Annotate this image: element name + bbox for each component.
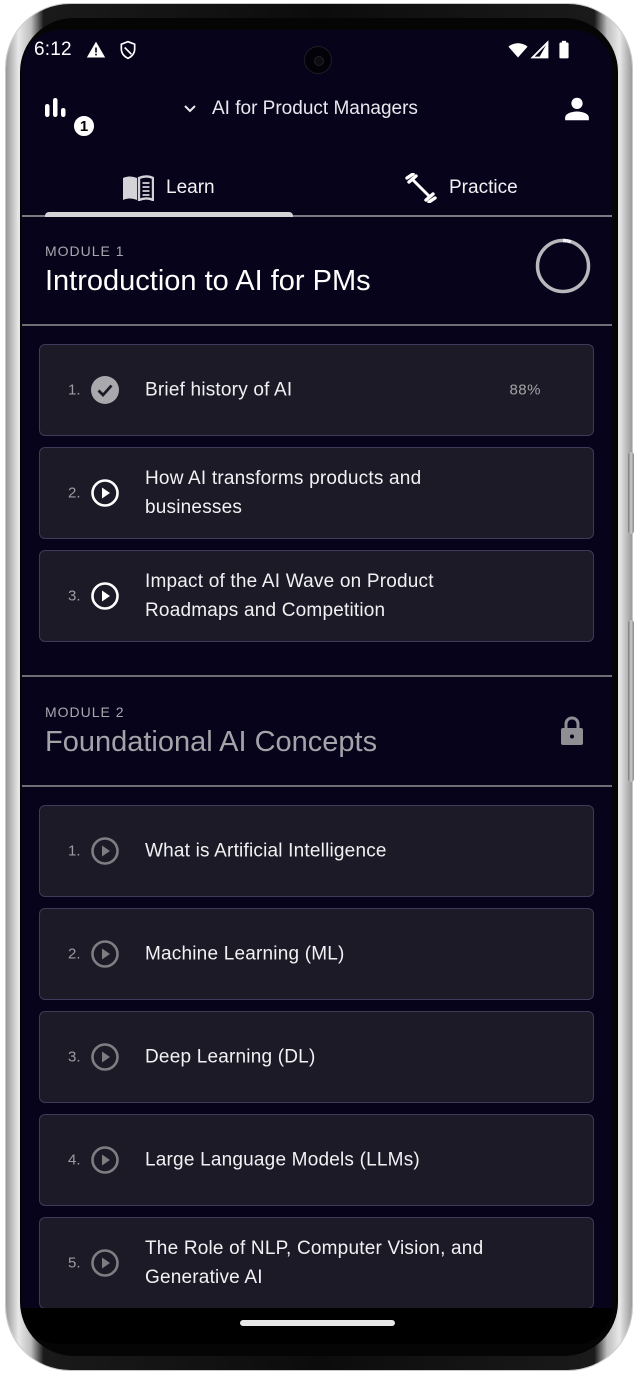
screen: 6:12 1 AI for Product Managers Learn Pra… (22, 30, 612, 1308)
person-icon (565, 97, 589, 121)
lesson-card[interactable]: 4. Large Language Models (LLMs) (39, 1114, 594, 1206)
lesson-card[interactable]: 1. What is Artificial Intelligence (39, 805, 594, 897)
lesson-number: 4. (68, 1151, 81, 1169)
module-2-label: MODULE 2 (45, 704, 125, 720)
play-circle-icon (91, 582, 119, 610)
status-time: 6:12 (34, 39, 72, 60)
battery-icon (559, 40, 569, 59)
lesson-number: 1. (68, 842, 81, 860)
power-button (628, 452, 634, 534)
course-title: AI for Product Managers (212, 98, 418, 119)
lesson-card[interactable]: 2. How AI transforms products and busine… (39, 447, 594, 539)
play-circle-icon (91, 1146, 119, 1174)
play-circle-icon (91, 1043, 119, 1071)
tab-practice[interactable]: Practice (405, 160, 518, 215)
lock-icon (561, 716, 583, 745)
tab-learn-label: Learn (166, 176, 215, 198)
lesson-card[interactable]: 1. Brief history of AI 88% (39, 344, 594, 436)
notification-badge: 1 (72, 114, 96, 138)
lesson-card[interactable]: 3. Impact of the AI Wave on Product Road… (39, 550, 594, 642)
module-2-divider (22, 785, 612, 787)
warning-icon (86, 41, 106, 58)
play-circle-icon (91, 837, 119, 865)
front-camera (304, 46, 332, 74)
bar-chart-icon (45, 98, 66, 117)
lesson-title: How AI transforms products and businesse… (145, 468, 422, 518)
app-bar: 1 AI for Product Managers (22, 86, 612, 138)
tab-bar: Learn Practice (22, 160, 612, 217)
chevron-down-icon (184, 105, 196, 113)
course-selector[interactable]: AI for Product Managers (182, 92, 418, 126)
module-1-divider (22, 324, 612, 326)
module-2-title: Foundational AI Concepts (45, 726, 378, 758)
dumbbell-icon (405, 172, 437, 203)
lesson-card[interactable]: 5. The Role of NLP, Computer Vision, and… (39, 1217, 594, 1308)
check-circle-icon (91, 376, 119, 404)
lesson-number: 3. (68, 1048, 81, 1066)
lesson-card[interactable]: 3. Deep Learning (DL) (39, 1011, 594, 1103)
lesson-number: 5. (68, 1254, 81, 1272)
tab-learn[interactable]: Learn (122, 160, 215, 215)
status-bar: 6:12 (22, 30, 612, 74)
lesson-number: 2. (68, 484, 81, 502)
tab-indicator (45, 212, 293, 217)
module-2-header[interactable]: MODULE 2 Foundational AI Concepts (22, 677, 612, 787)
lesson-title: Impact of the AI Wave on Product Roadmap… (145, 571, 434, 621)
lesson-number: 2. (68, 945, 81, 963)
cellular-icon (530, 40, 549, 59)
home-gesture-handle[interactable] (240, 1320, 395, 1326)
module-1-header[interactable]: MODULE 1 Introduction to AI for PMs (22, 219, 612, 329)
module-1-label: MODULE 1 (45, 243, 125, 259)
navigation-bar (22, 1308, 612, 1344)
lesson-title: Brief history of AI (145, 379, 293, 401)
play-circle-icon (91, 1249, 119, 1277)
lesson-number: 3. (68, 587, 81, 605)
tab-practice-label: Practice (449, 176, 518, 198)
shield-icon (120, 40, 136, 60)
book-icon (123, 174, 154, 201)
lesson-title: Deep Learning (DL) (145, 1046, 316, 1068)
profile-button[interactable] (562, 94, 592, 124)
volume-button (628, 620, 634, 782)
lesson-score: 88% (509, 381, 541, 399)
lesson-title: Large Language Models (LLMs) (145, 1149, 420, 1171)
stats-button[interactable]: 1 (42, 94, 96, 138)
module-1-title: Introduction to AI for PMs (45, 265, 371, 297)
play-circle-icon (91, 940, 119, 968)
wifi-icon (508, 43, 528, 58)
progress-ring (535, 238, 591, 294)
lesson-card[interactable]: 2. Machine Learning (ML) (39, 908, 594, 1000)
lesson-title: Machine Learning (ML) (145, 943, 345, 965)
lesson-number: 1. (68, 381, 81, 399)
lesson-title: The Role of NLP, Computer Vision, and Ge… (145, 1238, 484, 1288)
lesson-title: What is Artificial Intelligence (145, 840, 387, 862)
play-circle-icon (91, 479, 119, 507)
